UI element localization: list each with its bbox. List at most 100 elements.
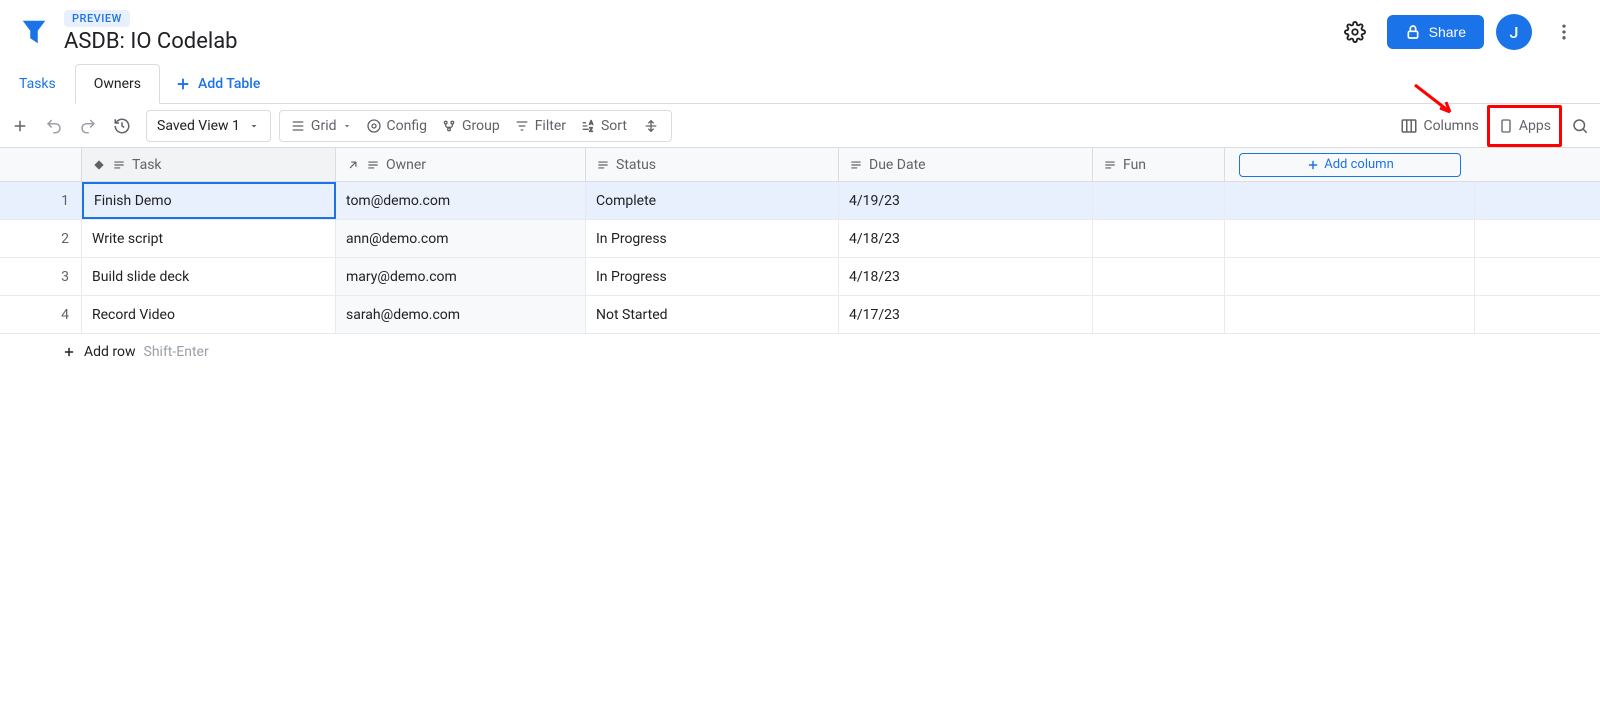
cell-empty bbox=[1225, 296, 1475, 333]
cell-task[interactable]: Build slide deck bbox=[82, 258, 336, 295]
chevron-down-icon bbox=[342, 121, 352, 131]
row-number: 1 bbox=[0, 182, 82, 219]
cell-task[interactable]: Record Video bbox=[82, 296, 336, 333]
app-header: PREVIEW ASDB: IO Codelab Share J bbox=[0, 0, 1600, 64]
cell-empty bbox=[1225, 182, 1475, 219]
share-button[interactable]: Share bbox=[1387, 15, 1484, 49]
columns-button[interactable]: Columns bbox=[1394, 110, 1484, 142]
table-row[interactable]: 2Write scriptann@demo.comIn Progress4/18… bbox=[0, 220, 1600, 258]
table-row[interactable]: 3Build slide deckmary@demo.comIn Progres… bbox=[0, 258, 1600, 296]
preview-badge: PREVIEW bbox=[64, 10, 130, 27]
cell-task[interactable]: Write script bbox=[82, 220, 336, 257]
cell-duedate[interactable]: 4/18/23 bbox=[839, 220, 1093, 257]
cell-empty bbox=[1225, 220, 1475, 257]
table-body: 1Finish Demotom@demo.comComplete4/19/232… bbox=[0, 182, 1600, 334]
history-button[interactable] bbox=[106, 110, 138, 142]
tab-tasks[interactable]: Tasks bbox=[0, 64, 75, 104]
svg-text:Z: Z bbox=[589, 127, 592, 133]
tab-owners[interactable]: Owners bbox=[75, 64, 160, 104]
row-height-button[interactable] bbox=[635, 110, 667, 142]
data-table: Task Owner Status Due Date Fun Add colum… bbox=[0, 148, 1600, 370]
annotation-highlight: Apps bbox=[1487, 105, 1562, 147]
column-header-owner[interactable]: Owner bbox=[336, 148, 586, 181]
cell-task[interactable]: Finish Demo bbox=[82, 182, 336, 219]
sort-button[interactable]: AZ Sort bbox=[574, 110, 633, 142]
add-row-hint: Shift-Enter bbox=[144, 344, 209, 360]
add-column-button[interactable]: Add column bbox=[1239, 153, 1461, 177]
user-avatar[interactable]: J bbox=[1496, 14, 1532, 50]
device-icon bbox=[1498, 117, 1514, 135]
sort-icon: AZ bbox=[580, 118, 596, 134]
cell-status[interactable]: In Progress bbox=[586, 220, 839, 257]
page-title[interactable]: ASDB: IO Codelab bbox=[64, 29, 238, 54]
group-icon bbox=[441, 118, 457, 134]
row-number: 4 bbox=[0, 296, 82, 333]
history-icon bbox=[113, 117, 131, 135]
add-table-label: Add Table bbox=[198, 76, 260, 92]
apps-button[interactable]: Apps bbox=[1492, 110, 1557, 142]
cell-owner[interactable]: tom@demo.com bbox=[336, 182, 586, 219]
redo-button[interactable] bbox=[72, 110, 104, 142]
text-icon bbox=[112, 158, 126, 172]
cell-fun[interactable] bbox=[1093, 220, 1225, 257]
table-tabs: Tasks Owners Add Table bbox=[0, 64, 1600, 104]
cell-status[interactable]: Not Started bbox=[586, 296, 839, 333]
share-label: Share bbox=[1429, 24, 1466, 40]
add-row-label: Add row bbox=[84, 344, 136, 360]
saved-view-select[interactable]: Saved View 1 bbox=[146, 110, 271, 142]
column-header-status[interactable]: Status bbox=[586, 148, 839, 181]
cell-fun[interactable] bbox=[1093, 296, 1225, 333]
cell-owner[interactable]: mary@demo.com bbox=[336, 258, 586, 295]
column-header-task[interactable]: Task bbox=[82, 148, 336, 181]
table-header-row: Task Owner Status Due Date Fun Add colum… bbox=[0, 148, 1600, 182]
ref-icon bbox=[346, 158, 360, 172]
search-button[interactable] bbox=[1564, 110, 1596, 142]
column-header-duedate[interactable]: Due Date bbox=[839, 148, 1093, 181]
plus-icon bbox=[62, 345, 76, 359]
header-actions: Share J bbox=[1335, 12, 1584, 52]
grid-view-button[interactable]: Grid bbox=[284, 110, 358, 142]
redo-icon bbox=[79, 117, 97, 135]
app-logo bbox=[16, 14, 52, 50]
filter-icon bbox=[514, 118, 530, 134]
search-icon bbox=[1571, 117, 1589, 135]
title-area: PREVIEW ASDB: IO Codelab bbox=[64, 10, 238, 54]
add-button[interactable] bbox=[4, 110, 36, 142]
cell-status[interactable]: In Progress bbox=[586, 258, 839, 295]
cell-duedate[interactable]: 4/17/23 bbox=[839, 296, 1093, 333]
saved-view-label: Saved View 1 bbox=[157, 118, 240, 134]
cell-fun[interactable] bbox=[1093, 258, 1225, 295]
column-header-fun[interactable]: Fun bbox=[1093, 148, 1225, 181]
plus-icon bbox=[11, 117, 29, 135]
chevron-down-icon bbox=[248, 120, 260, 132]
cell-owner[interactable]: sarah@demo.com bbox=[336, 296, 586, 333]
cell-fun[interactable] bbox=[1093, 182, 1225, 219]
add-table-button[interactable]: Add Table bbox=[160, 75, 274, 93]
settings-button[interactable] bbox=[1335, 12, 1375, 52]
cell-duedate[interactable]: 4/19/23 bbox=[839, 182, 1093, 219]
more-menu-button[interactable] bbox=[1544, 12, 1584, 52]
cell-duedate[interactable]: 4/18/23 bbox=[839, 258, 1093, 295]
row-number: 2 bbox=[0, 220, 82, 257]
config-button[interactable]: Config bbox=[360, 110, 433, 142]
undo-button[interactable] bbox=[38, 110, 70, 142]
cell-empty bbox=[1225, 258, 1475, 295]
row-number-header bbox=[0, 148, 82, 181]
plus-icon bbox=[1306, 158, 1320, 172]
columns-icon bbox=[1400, 117, 1418, 135]
row-number: 3 bbox=[0, 258, 82, 295]
group-button[interactable]: Group bbox=[435, 110, 506, 142]
text-icon bbox=[1103, 158, 1117, 172]
config-icon bbox=[366, 118, 382, 134]
key-icon bbox=[92, 158, 106, 172]
cell-owner[interactable]: ann@demo.com bbox=[336, 220, 586, 257]
filter-button[interactable]: Filter bbox=[508, 110, 572, 142]
cell-status[interactable]: Complete bbox=[586, 182, 839, 219]
svg-text:A: A bbox=[589, 120, 593, 126]
text-icon bbox=[849, 158, 863, 172]
add-column-header: Add column bbox=[1225, 148, 1475, 181]
table-row[interactable]: 4Record Videosarah@demo.comNot Started4/… bbox=[0, 296, 1600, 334]
add-row-button[interactable]: Add row Shift-Enter bbox=[0, 334, 1600, 370]
row-height-icon bbox=[643, 118, 659, 134]
table-row[interactable]: 1Finish Demotom@demo.comComplete4/19/23 bbox=[0, 182, 1600, 220]
